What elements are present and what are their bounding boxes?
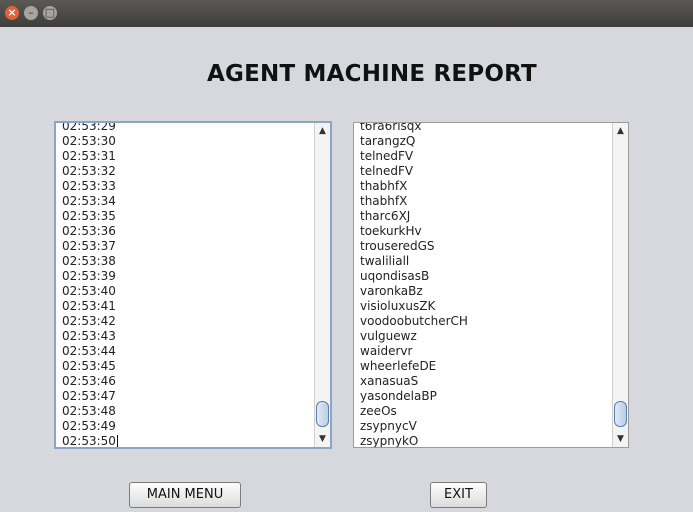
time-list-item[interactable]: 02:53:31 bbox=[62, 149, 312, 164]
time-list-item[interactable]: 02:53:35 bbox=[62, 209, 312, 224]
agent-name-list-item[interactable]: tharc6XJ bbox=[360, 209, 610, 224]
agent-name-list-item[interactable]: voodoobutcherCH bbox=[360, 314, 610, 329]
agent-name-list-item[interactable]: trouseredGS bbox=[360, 239, 610, 254]
main-menu-button[interactable]: MAIN MENU bbox=[129, 482, 241, 508]
time-list-item[interactable]: 02:53:39 bbox=[62, 269, 312, 284]
agent-name-list-item[interactable]: thabhfX bbox=[360, 194, 610, 209]
time-list-item[interactable]: 02:53:33 bbox=[62, 179, 312, 194]
time-list-item[interactable]: 02:53:36 bbox=[62, 224, 312, 239]
time-list[interactable]: 02:53:29 02:53:30 02:53:31 02:53:32 02:53:33… bbox=[54, 121, 332, 449]
time-list-item[interactable]: 02:53:49 bbox=[62, 419, 312, 434]
agent-name-list-item[interactable]: zsypnycV bbox=[360, 419, 610, 434]
scroll-thumb[interactable] bbox=[614, 401, 627, 427]
agent-name-list-item[interactable]: thabhfX bbox=[360, 179, 610, 194]
agent-name-list[interactable]: t6ra6risqx tarangzQ telnedFV telnedFV thabhf… bbox=[353, 122, 629, 448]
agent-name-list-item[interactable]: telnedFV bbox=[360, 149, 610, 164]
agent-name-list-item[interactable]: uqondisasB bbox=[360, 269, 610, 284]
agent-name-list-item[interactable]: zsypnykO bbox=[360, 434, 610, 447]
agent-name-list-item[interactable]: telnedFV bbox=[360, 164, 610, 179]
agent-name-list-item[interactable]: t6ra6risqx bbox=[360, 123, 610, 134]
scroll-up-arrow-icon[interactable]: ▲ bbox=[315, 124, 330, 138]
agent-name-list-item[interactable]: vulguewz bbox=[360, 329, 610, 344]
agent-name-list-item[interactable]: varonkaBz bbox=[360, 284, 610, 299]
agent-name-list-item[interactable]: yasondelaBP bbox=[360, 389, 610, 404]
scroll-down-arrow-icon[interactable]: ▼ bbox=[315, 432, 330, 446]
scroll-down-arrow-icon[interactable]: ▼ bbox=[613, 432, 628, 446]
time-list-item[interactable]: 02:53:34 bbox=[62, 194, 312, 209]
minimize-window-button[interactable]: – bbox=[24, 6, 38, 20]
agent-name-list-items: t6ra6risqx tarangzQ telnedFV telnedFV thabhf… bbox=[360, 123, 610, 447]
agent-name-list-item[interactable]: tarangzQ bbox=[360, 134, 610, 149]
time-list-item[interactable]: 02:53:50 bbox=[62, 434, 312, 447]
time-list-item[interactable]: 02:53:30 bbox=[62, 134, 312, 149]
scroll-up-arrow-icon[interactable]: ▲ bbox=[613, 124, 628, 138]
text-cursor bbox=[116, 435, 118, 447]
time-list-item[interactable]: 02:53:46 bbox=[62, 374, 312, 389]
window-titlebar: × – □ bbox=[0, 0, 693, 27]
agent-name-list-item[interactable]: visioluxusZK bbox=[360, 299, 610, 314]
time-list-item[interactable]: 02:53:42 bbox=[62, 314, 312, 329]
agent-name-list-item[interactable]: waidervr bbox=[360, 344, 610, 359]
agent-name-list-item[interactable]: wheerlefeDE bbox=[360, 359, 610, 374]
time-list-item[interactable]: 02:53:45 bbox=[62, 359, 312, 374]
time-list-item[interactable]: 02:53:48 bbox=[62, 404, 312, 419]
time-list-item[interactable]: 02:53:32 bbox=[62, 164, 312, 179]
time-list-item[interactable]: 02:53:44 bbox=[62, 344, 312, 359]
scroll-thumb[interactable] bbox=[316, 401, 329, 427]
time-list-item[interactable]: 02:53:41 bbox=[62, 299, 312, 314]
time-list-item[interactable]: 02:53:37 bbox=[62, 239, 312, 254]
time-list-items: 02:53:29 02:53:30 02:53:31 02:53:32 02:53:33… bbox=[62, 123, 312, 447]
agent-name-list-item[interactable]: zeeOs bbox=[360, 404, 610, 419]
time-list-item[interactable]: 02:53:29 bbox=[62, 123, 312, 134]
time-list-item[interactable]: 02:53:40 bbox=[62, 284, 312, 299]
time-list-item[interactable]: 02:53:47 bbox=[62, 389, 312, 404]
agent-name-list-item[interactable]: xanasuaS bbox=[360, 374, 610, 389]
time-list-item[interactable]: 02:53:43 bbox=[62, 329, 312, 344]
time-list-item[interactable]: 02:53:38 bbox=[62, 254, 312, 269]
close-window-button[interactable]: × bbox=[5, 6, 19, 20]
agent-name-list-item[interactable]: toekurkHv bbox=[360, 224, 610, 239]
time-list-scrollbar[interactable]: ▲ ▼ bbox=[314, 123, 330, 447]
agent-name-list-scrollbar[interactable]: ▲ ▼ bbox=[612, 123, 628, 447]
agent-name-list-item[interactable]: twaliliall bbox=[360, 254, 610, 269]
maximize-window-button[interactable]: □ bbox=[43, 6, 57, 20]
exit-button[interactable]: EXIT bbox=[430, 482, 487, 508]
page-title: AGENT MACHINE REPORT bbox=[207, 61, 537, 87]
